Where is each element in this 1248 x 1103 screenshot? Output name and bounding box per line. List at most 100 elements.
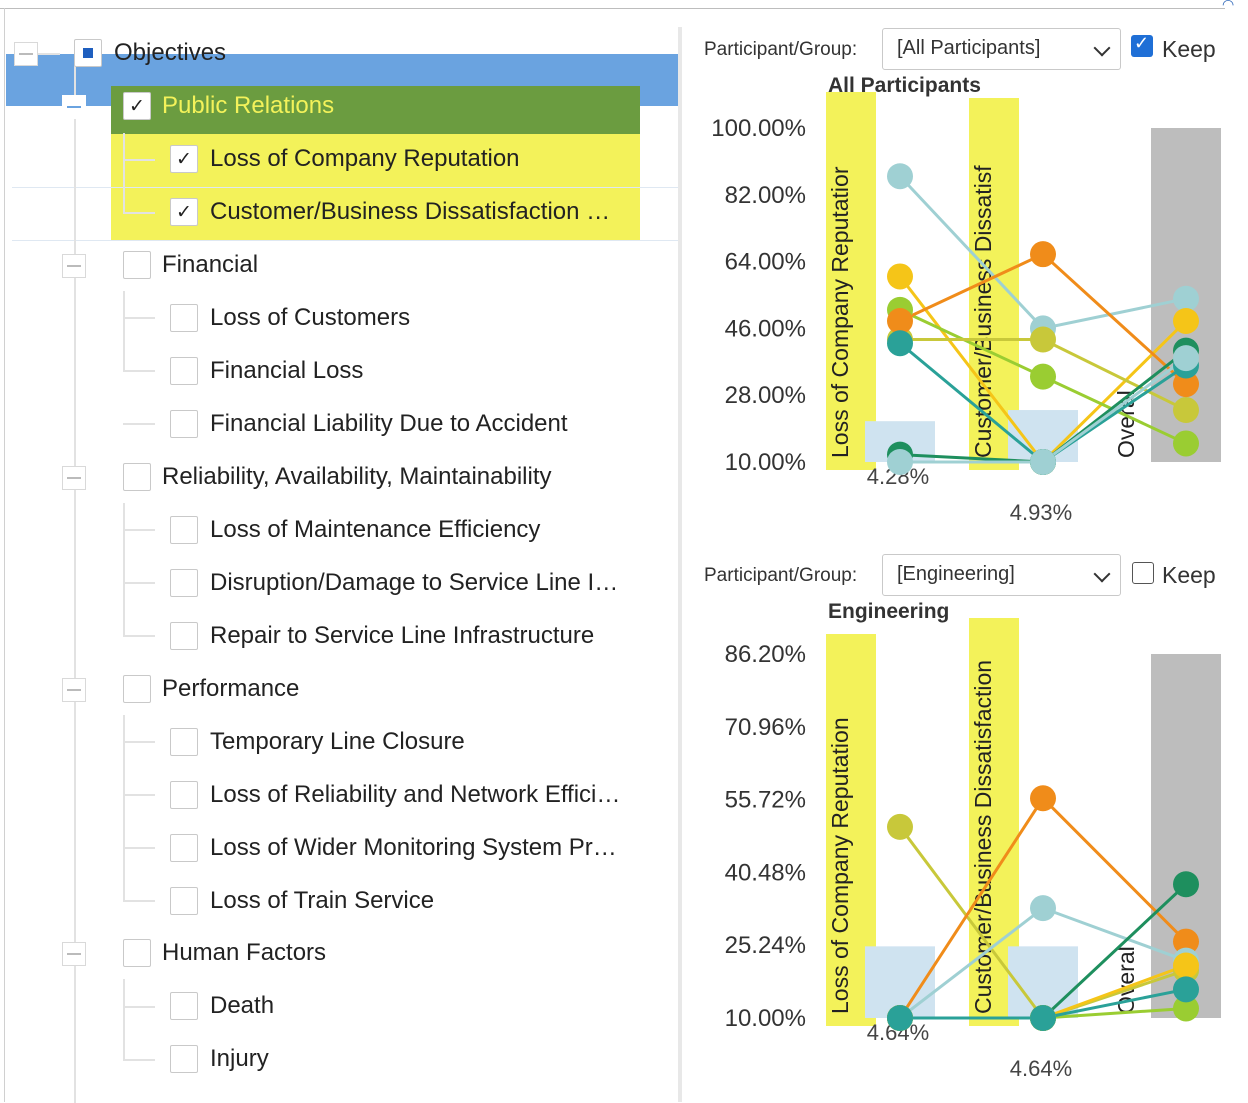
chevron-down-icon [1093,39,1111,57]
item-label: Loss of Train Service [210,887,435,914]
item-checkbox[interactable] [170,304,198,332]
collapse-toggle-icon[interactable] [62,466,86,490]
window-top-border [0,8,1225,9]
data-point [1030,363,1056,390]
item-checkbox[interactable] [170,728,198,756]
item-checkbox[interactable] [170,410,198,438]
chevron-down-icon [1093,565,1111,583]
data-point [1030,241,1056,268]
data-point [1030,895,1056,922]
item-label: Loss of Maintenance Efficiency [210,516,541,543]
item-label: Repair to Service Line Infrastructure [210,622,595,649]
pane-splitter[interactable] [678,27,682,1102]
item-label: Loss of Customers [210,304,411,331]
y-tick-label: 10.00% [725,1005,806,1032]
item-label: Loss of Company Reputation [210,145,520,172]
tree-group-public-relations[interactable]: ✓ Public Relations [6,80,678,132]
data-point [887,330,913,357]
group-label: Performance [162,675,300,702]
item-checkbox[interactable] [170,781,198,809]
tree-item[interactable]: Injury [6,1033,678,1085]
tree-item[interactable]: Financial Liability Due to Accident [6,398,678,450]
y-tick-label: 64.00% [725,249,806,276]
item-label: Financial Liability Due to Accident [210,410,568,437]
bar-value-label: 4.64% [1010,1056,1072,1081]
select-value: [Engineering] [897,563,1015,585]
tree-item[interactable]: Repair to Service Line Infrastructure [6,610,678,662]
item-label: Temporary Line Closure [210,728,465,755]
keep-checkbox[interactable] [1132,562,1154,584]
group-label: Reliability, Availability, Maintainabili… [162,463,552,490]
data-point [1173,345,1199,372]
participant-group-select[interactable]: [All Participants] [882,28,1121,70]
check-icon: ✓ [176,148,192,170]
item-checkbox[interactable] [170,992,198,1020]
collapse-toggle-icon[interactable] [62,678,86,702]
group-checkbox[interactable] [123,463,151,491]
group-checkbox[interactable] [123,675,151,703]
data-point [887,163,913,190]
check-icon: ✓ [176,201,192,223]
item-checkbox[interactable] [170,887,198,915]
tree-group-financial[interactable]: Financial [6,239,678,291]
tree-item[interactable]: ✓ Loss of Company Reputation [6,133,678,185]
partial-check-icon [83,48,93,58]
tree-group-reliability[interactable]: Reliability, Availability, Maintainabili… [6,451,678,503]
corner-icon: ◠ [1222,0,1235,12]
tree-item[interactable]: ✓ Customer/Business Dissatisfaction … [6,186,678,238]
group-label: Human Factors [162,939,327,966]
collapse-toggle-icon[interactable] [62,942,86,966]
y-tick-label: 10.00% [725,449,806,476]
item-checkbox[interactable] [170,834,198,862]
participant-group-label: Participant/Group: [704,39,858,60]
collapse-toggle-icon[interactable] [14,42,38,66]
tree-item[interactable]: Loss of Customers [6,292,678,344]
keep-checkbox[interactable]: ✓ [1131,33,1153,57]
keep-label: Keep [1162,36,1216,62]
item-checkbox[interactable] [170,622,198,650]
y-tick-label: 86.20% [725,641,806,668]
tree-item[interactable]: Financial Loss [6,345,678,397]
collapse-toggle-icon[interactable] [62,95,86,119]
data-point [1173,285,1199,312]
data-point [887,449,913,475]
tree-item[interactable]: Disruption/Damage to Service Line I… [6,557,678,609]
tree-item[interactable]: Loss of Wider Monitoring System Pr… [6,822,678,874]
tree-root[interactable]: Objectives [6,27,678,79]
data-point [1030,785,1056,812]
item-label: Financial Loss [210,357,364,384]
collapse-toggle-icon[interactable] [62,254,86,278]
data-point [887,1005,913,1031]
tree-item[interactable]: Loss of Reliability and Network Effici… [6,769,678,821]
tree-group-performance[interactable]: Performance [6,663,678,715]
item-checkbox[interactable] [170,1045,198,1073]
tree-item[interactable]: Loss of Maintenance Efficiency [6,504,678,556]
column-label: Loss of Company Reputation [827,717,853,1014]
group-checkbox[interactable]: ✓ [123,92,151,120]
group-checkbox[interactable] [123,939,151,967]
y-tick-label: 25.24% [725,932,806,959]
data-point [1173,430,1199,457]
data-point [887,813,913,840]
tree-item[interactable]: Death [6,980,678,1032]
data-point [1173,871,1199,898]
item-checkbox[interactable] [170,357,198,385]
tree-item[interactable]: Loss of Train Service [6,875,678,927]
item-checkbox[interactable] [170,516,198,544]
item-checkbox[interactable]: ✓ [170,145,198,173]
item-checkbox[interactable]: ✓ [170,198,198,226]
data-point [1173,976,1199,1003]
participant-group-select[interactable]: [Engineering] [882,554,1121,596]
item-label: Customer/Business Dissatisfaction … [210,198,611,225]
data-point [887,263,913,290]
chart-engineering: 86.20% 70.96% 55.72% 40.48% 25.24% 10.00% Loss… [725,618,1221,1081]
group-checkbox[interactable] [123,251,151,279]
group-label: Public Relations [162,92,335,119]
y-tick-label: 28.00% [725,382,806,409]
root-checkbox[interactable] [74,39,102,67]
tree-item[interactable]: Temporary Line Closure [6,716,678,768]
column-label: Loss of Company Reputatior [827,166,853,458]
tree-group-human-factors[interactable]: Human Factors [6,927,678,979]
check-icon: ✓ [1134,33,1150,53]
item-checkbox[interactable] [170,569,198,597]
